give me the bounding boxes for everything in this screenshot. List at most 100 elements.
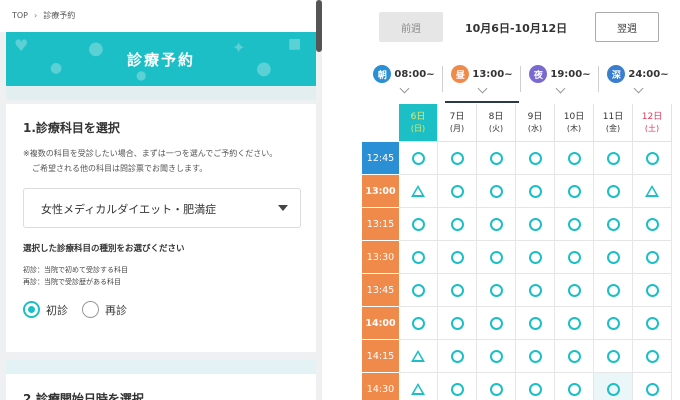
day-date: 12日 [641, 111, 663, 122]
time-slot[interactable] [477, 340, 516, 373]
day-date: 8日 [488, 111, 504, 122]
breadcrumb-chevron-icon: › [34, 11, 38, 20]
time-slot[interactable] [516, 274, 555, 307]
time-slot[interactable] [438, 340, 477, 373]
available-icon [450, 151, 464, 165]
available-icon [450, 349, 464, 363]
period-tab[interactable]: 夜 19:00~ [523, 62, 597, 102]
radio-first-visit[interactable]: 初診 [23, 301, 68, 318]
time-label: 13:15 [362, 208, 399, 241]
step2-title: 2.診療開始日時を選択 [23, 392, 144, 400]
day-header[interactable]: 12日 (土) [633, 104, 672, 142]
day-date: 9日 [527, 111, 543, 122]
prev-week-button[interactable]: 前週 [379, 12, 443, 42]
time-slot[interactable] [399, 175, 438, 208]
period-time: 13:00~ [472, 68, 513, 80]
time-slot[interactable] [516, 175, 555, 208]
time-slot[interactable] [555, 142, 594, 175]
period-badge: 昼 [451, 65, 470, 83]
time-slot[interactable] [594, 241, 633, 274]
day-header[interactable]: 11日 (金) [594, 104, 633, 142]
time-slot[interactable] [477, 373, 516, 400]
time-slot[interactable] [594, 307, 633, 340]
available-icon [606, 316, 620, 330]
available-icon [567, 151, 581, 165]
time-slot[interactable] [399, 274, 438, 307]
time-slot[interactable] [633, 373, 672, 400]
time-slot[interactable] [438, 142, 477, 175]
time-slot[interactable] [594, 142, 633, 175]
time-slot[interactable] [555, 373, 594, 400]
time-slot[interactable] [633, 307, 672, 340]
next-week-button[interactable]: 翌週 [595, 12, 659, 42]
available-icon [450, 283, 464, 297]
time-slot[interactable] [633, 274, 672, 307]
time-slot[interactable] [633, 241, 672, 274]
available-icon [528, 217, 542, 231]
time-slot[interactable] [594, 340, 633, 373]
time-slot[interactable] [477, 175, 516, 208]
time-slot[interactable] [633, 208, 672, 241]
time-slot[interactable] [555, 175, 594, 208]
time-slot[interactable] [477, 307, 516, 340]
available-icon [489, 283, 503, 297]
available-icon [411, 316, 425, 330]
time-slot[interactable] [555, 340, 594, 373]
period-tab[interactable]: 深 24:00~ [601, 62, 675, 102]
time-slot[interactable] [516, 373, 555, 400]
period-tab[interactable]: 昼 13:00~ [445, 62, 519, 103]
time-slot[interactable] [438, 241, 477, 274]
time-slot[interactable] [516, 241, 555, 274]
divider [442, 66, 443, 92]
time-slot[interactable] [633, 175, 672, 208]
time-slot[interactable] [438, 208, 477, 241]
department-select[interactable]: 女性メディカルダイエット・肥満症 [23, 188, 301, 228]
limited-availability-icon [645, 185, 659, 197]
available-icon [450, 217, 464, 231]
time-slot[interactable] [399, 241, 438, 274]
time-slot[interactable] [438, 274, 477, 307]
available-icon [606, 283, 620, 297]
time-slot[interactable] [477, 142, 516, 175]
available-icon [645, 349, 659, 363]
radio-return-visit[interactable]: 再診 [82, 301, 127, 318]
day-header[interactable]: 9日 (水) [516, 104, 555, 142]
time-slot[interactable] [438, 175, 477, 208]
time-slot[interactable] [594, 208, 633, 241]
period-tab[interactable]: 朝 08:00~ [367, 62, 441, 102]
time-slot[interactable] [516, 340, 555, 373]
time-slot[interactable] [633, 142, 672, 175]
time-slot[interactable] [477, 241, 516, 274]
time-slot[interactable] [555, 307, 594, 340]
time-slot[interactable] [633, 340, 672, 373]
time-slot[interactable] [399, 307, 438, 340]
available-icon [606, 184, 620, 198]
time-slot[interactable] [555, 241, 594, 274]
time-slot[interactable] [516, 307, 555, 340]
time-slot[interactable] [399, 373, 438, 400]
time-slot[interactable] [438, 373, 477, 400]
time-slot[interactable] [399, 142, 438, 175]
time-slot[interactable] [399, 340, 438, 373]
breadcrumb-top-link[interactable]: TOP [12, 11, 28, 20]
time-slot[interactable] [516, 142, 555, 175]
time-slot[interactable] [594, 274, 633, 307]
time-slot[interactable] [477, 274, 516, 307]
period-badge: 深 [607, 65, 626, 83]
day-header[interactable]: 10日 (木) [555, 104, 594, 142]
time-label: 14:15 [362, 340, 399, 373]
day-header[interactable]: 7日 (月) [438, 104, 477, 142]
day-header[interactable]: 6日 (日) [399, 104, 438, 142]
available-icon [567, 184, 581, 198]
time-slot[interactable] [477, 208, 516, 241]
day-weekday: (月) [449, 123, 465, 133]
day-header[interactable]: 8日 (火) [477, 104, 516, 142]
time-slot[interactable] [399, 208, 438, 241]
time-slot[interactable] [594, 373, 633, 400]
time-slot[interactable] [555, 274, 594, 307]
time-slot[interactable] [555, 208, 594, 241]
available-icon [645, 250, 659, 264]
time-slot[interactable] [594, 175, 633, 208]
time-slot[interactable] [516, 208, 555, 241]
time-slot[interactable] [438, 307, 477, 340]
